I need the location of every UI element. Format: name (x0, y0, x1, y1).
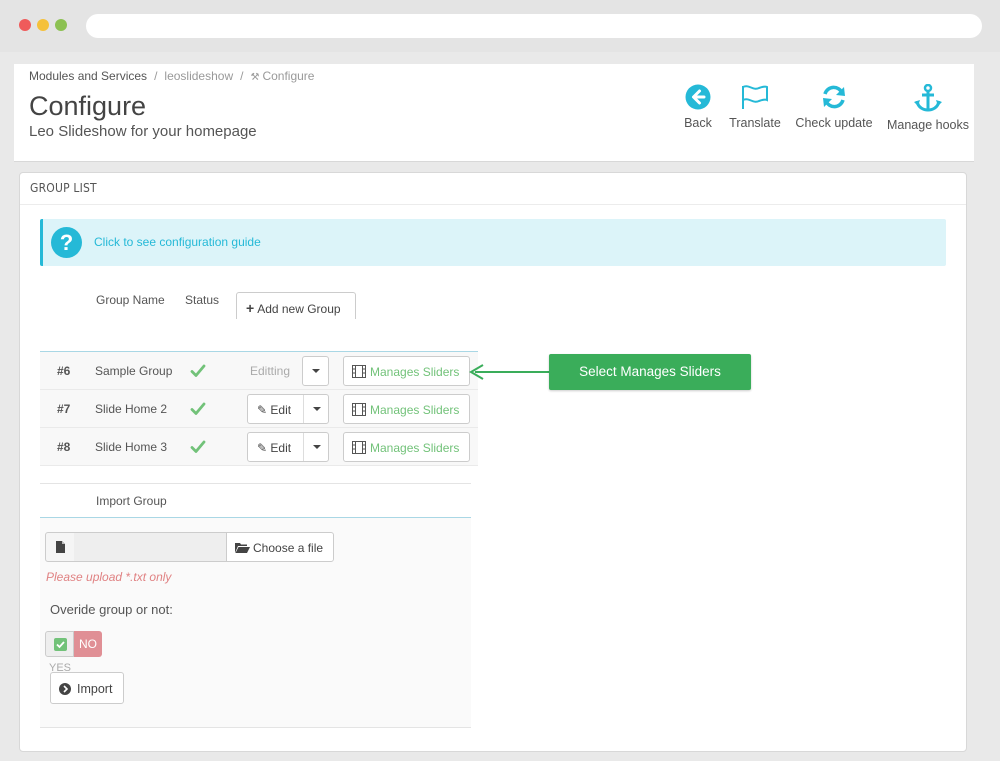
pencil-icon: ✎ (257, 403, 268, 417)
anchor-icon (914, 84, 942, 112)
check-update-button[interactable]: Check update (794, 84, 874, 130)
import-button[interactable]: Import (50, 672, 124, 704)
upload-help-text: Please upload *.txt only (46, 570, 172, 584)
info-alert: ? Click to see configuration guide (40, 219, 946, 266)
group-id: #8 (57, 440, 71, 454)
group-list-panel: GROUP LIST ? Click to see configuration … (19, 172, 967, 752)
manage-hooks-button[interactable]: Manage hooks (886, 84, 970, 132)
circle-arrow-right-icon (59, 683, 71, 695)
import-label: Import (77, 682, 113, 696)
manages-sliders-button[interactable]: Manages Sliders (343, 394, 470, 424)
manages-sliders-button[interactable]: Manages Sliders (343, 356, 470, 386)
import-group-header: Import Group (40, 484, 471, 518)
arrow-left-circle-icon (685, 84, 711, 110)
film-icon (352, 403, 366, 416)
address-bar[interactable] (86, 14, 982, 38)
configuration-guide-link[interactable]: Click to see configuration guide (94, 235, 261, 249)
import-group-title: Import Group (96, 494, 167, 508)
film-icon (352, 441, 366, 454)
breadcrumb-module[interactable]: leoslideshow (164, 69, 233, 83)
toggle-yes-option[interactable] (45, 631, 74, 657)
breadcrumb-modules[interactable]: Modules and Services (29, 69, 147, 83)
close-window-dot[interactable] (19, 19, 31, 31)
manages-sliders-label: Manages Sliders (370, 441, 460, 455)
editing-label: Editting (250, 364, 291, 378)
status-check-icon[interactable] (190, 401, 206, 417)
override-toggle[interactable]: NO (45, 631, 103, 657)
group-name: Slide Home 3 (95, 440, 168, 454)
callout-label: Select Manages Sliders (549, 354, 751, 390)
flag-icon (742, 85, 768, 109)
dropdown-caret-button[interactable] (303, 395, 329, 423)
manages-sliders-button[interactable]: Manages Sliders (343, 432, 470, 462)
add-new-group-label: Add new Group (257, 302, 341, 316)
group-name: Sample Group (95, 364, 173, 378)
table-row: #8 Slide Home 3 ✎ Edit Manages Sliders (40, 428, 478, 466)
back-label: Back (684, 116, 712, 130)
plus-icon: + (246, 300, 255, 316)
checkbox-icon (54, 638, 67, 651)
question-icon: ? (51, 227, 82, 258)
back-button[interactable]: Back (678, 84, 718, 130)
translate-button[interactable]: Translate (727, 84, 783, 130)
check-update-label: Check update (795, 116, 873, 130)
file-icon (45, 532, 75, 562)
group-name: Slide Home 2 (95, 402, 168, 416)
column-header-group-name: Group Name (96, 293, 165, 307)
override-group-label: Overide group or not: (50, 602, 173, 617)
folder-open-icon (235, 543, 250, 553)
choose-file-button[interactable]: Choose a file (226, 532, 334, 562)
toggle-no-option[interactable]: NO (74, 631, 102, 657)
refresh-icon (823, 85, 845, 109)
breadcrumb-separator: / (240, 69, 244, 83)
column-header-status: Status (185, 293, 220, 307)
manages-sliders-label: Manages Sliders (370, 365, 460, 379)
add-new-group-button[interactable]: + Add new Group (236, 292, 356, 319)
choose-file-label: Choose a file (253, 541, 324, 555)
maximize-window-dot[interactable] (55, 19, 67, 31)
import-group-section: Import Group Choose a file Please upload… (40, 483, 471, 728)
panel-heading: GROUP LIST (20, 173, 966, 205)
group-id: #7 (57, 402, 71, 416)
breadcrumb-current: Configure (262, 69, 315, 83)
manages-sliders-label: Manages Sliders (370, 403, 460, 417)
wrench-icon: ⚒ (250, 72, 260, 83)
dropdown-caret-button[interactable] (303, 433, 329, 461)
browser-chrome (0, 0, 1000, 52)
page-title: Configure (29, 91, 147, 121)
file-upload-group: Choose a file (45, 532, 334, 562)
table-row: #7 Slide Home 2 ✎ Edit Manages Sliders (40, 390, 478, 428)
minimize-window-dot[interactable] (37, 19, 49, 31)
edit-label: Edit (270, 403, 292, 417)
file-name-field[interactable] (74, 532, 227, 562)
edit-button[interactable]: ✎ Edit (247, 432, 329, 462)
page-header: Modules and Services / leoslideshow / ⚒ Confi… (14, 64, 974, 162)
callout-arrow-icon (469, 364, 549, 380)
dropdown-caret-button[interactable] (302, 356, 329, 386)
translate-label: Translate (729, 116, 781, 130)
edit-label: Edit (270, 441, 292, 455)
breadcrumb: Modules and Services / leoslideshow / ⚒ Confi… (29, 69, 314, 83)
film-icon (352, 365, 366, 378)
manage-hooks-label: Manage hooks (886, 118, 969, 132)
editing-indicator: Editting (247, 356, 329, 386)
status-check-icon[interactable] (190, 363, 206, 379)
table-row: #6 Sample Group Editting Manages Sliders (40, 352, 478, 390)
page-subtitle: Leo Slideshow for your homepage (29, 123, 257, 140)
edit-button[interactable]: ✎ Edit (247, 394, 329, 424)
breadcrumb-separator: / (154, 69, 158, 83)
pencil-icon: ✎ (257, 441, 268, 455)
group-id: #6 (57, 364, 71, 378)
status-check-icon[interactable] (190, 439, 206, 455)
